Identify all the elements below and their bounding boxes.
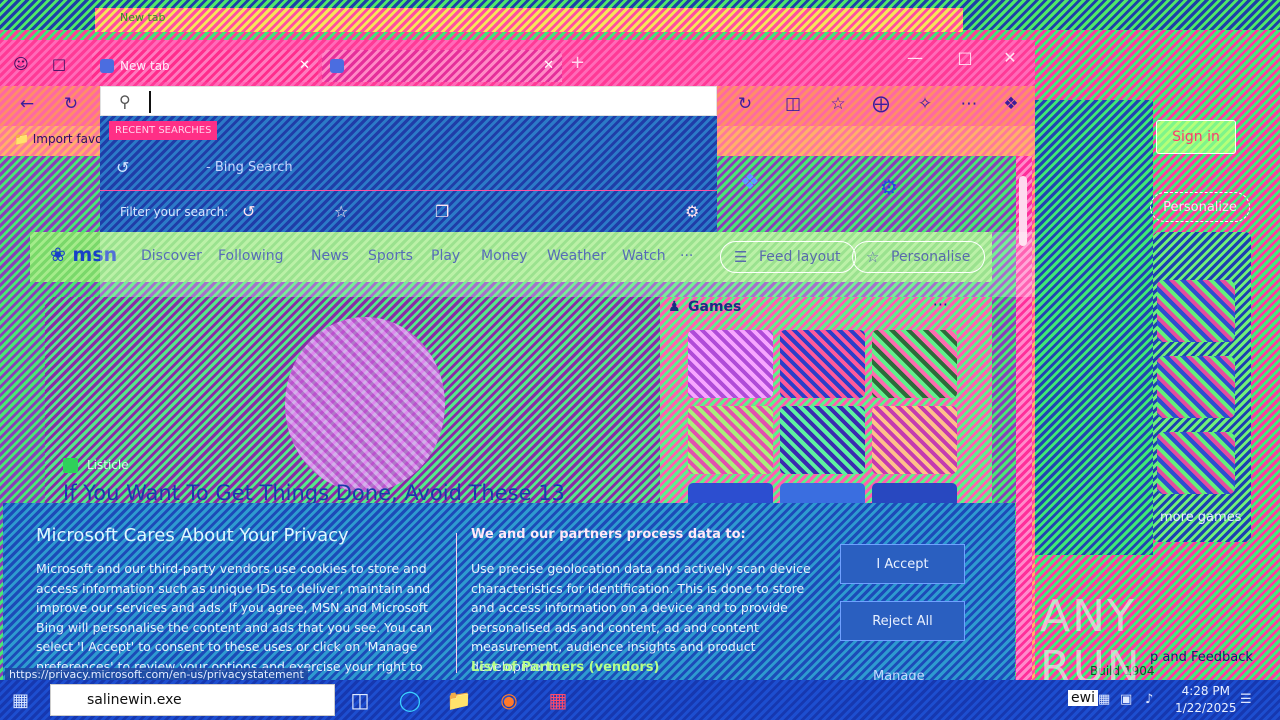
- game-tile[interactable]: [780, 330, 865, 398]
- task-view-icon[interactable]: ◫: [347, 687, 373, 713]
- import-favorites-label: Import favo: [32, 132, 103, 146]
- filter-label: Filter your search:: [120, 205, 229, 219]
- volume-icon[interactable]: ♪: [1145, 692, 1153, 707]
- notification-center-icon[interactable]: ☰: [1240, 692, 1252, 707]
- sign-in-button[interactable]: Sign in: [1156, 120, 1236, 154]
- privacy-purposes-body: Use precise geolocation data and activel…: [471, 561, 811, 674]
- watermark-text: ANY RUN: [1040, 591, 1142, 693]
- title-bar: ☺ □ New tab ✕ ✕ + — □ ✕: [0, 40, 1035, 86]
- history-filter-icon[interactable]: ↺: [242, 202, 255, 221]
- game-tile[interactable]: [780, 406, 865, 474]
- filter-row: Filter your search: ↺ ☆ ❐ ⚙: [100, 190, 717, 232]
- privacy-banner: Microsoft Cares About Your Privacy Micro…: [3, 503, 1015, 694]
- hero-tag: Listicle: [87, 458, 129, 472]
- edge-icon[interactable]: ◯: [397, 687, 423, 713]
- copilot-icon[interactable]: ❖: [1000, 94, 1022, 114]
- game-tile[interactable]: [1157, 356, 1235, 418]
- settings-gear-icon[interactable]: ⚙: [880, 175, 898, 199]
- more-menu-icon[interactable]: ⋯: [958, 94, 980, 114]
- game-tile[interactable]: [872, 406, 957, 474]
- network-icon[interactable]: ▣: [1120, 692, 1132, 707]
- new-tab-button[interactable]: +: [570, 52, 585, 73]
- close-tab-icon[interactable]: ✕: [299, 50, 310, 82]
- tab-new-tab[interactable]: New tab ✕: [92, 50, 318, 82]
- clock[interactable]: 4:28 PM 1/22/2025: [1175, 683, 1237, 717]
- tray-app-label[interactable]: ewi: [1068, 690, 1098, 706]
- games-title[interactable]: Games: [688, 299, 741, 315]
- anyrun-watermark: ANY RUN: [1040, 591, 1240, 693]
- privacy-purposes-title: We and our partners process data to:: [471, 527, 746, 542]
- game-tile[interactable]: [688, 330, 773, 398]
- game-tile[interactable]: [1157, 432, 1235, 494]
- games-card: ♟ Games ···: [660, 295, 992, 507]
- ghost-tab: New tab: [95, 8, 963, 32]
- ghost-tab-label: New tab: [120, 11, 166, 24]
- favorites-filter-icon[interactable]: ☆: [334, 202, 348, 221]
- history-icon: ↺: [116, 158, 130, 177]
- clock-time: 4:28 PM: [1181, 684, 1230, 698]
- collections-icon[interactable]: ⨁: [870, 94, 892, 114]
- background-games-card: [1153, 232, 1251, 542]
- refresh-icon[interactable]: ↻: [60, 94, 82, 114]
- personalize-button-bg[interactable]: Personalize: [1150, 192, 1250, 222]
- partners-link[interactable]: List of Partners (vendors): [471, 660, 659, 675]
- privacy-title: Microsoft Cares About Your Privacy: [36, 525, 349, 546]
- dropdown-backdrop: [100, 232, 1035, 297]
- import-favorites-link[interactable]: 📁 Import favo: [14, 132, 102, 146]
- back-icon[interactable]: ←: [16, 94, 38, 114]
- workspaces-icon[interactable]: □: [50, 55, 68, 73]
- background-window-body: [1035, 100, 1153, 555]
- privacy-divider: [456, 533, 457, 673]
- taskbar: ▦ salinewin.exe ◫ ◯ 📁 ◉ ▦ ewi ▦ ▣ ♪ 4:28…: [0, 680, 1280, 720]
- tabs-filter-icon[interactable]: ❐: [435, 202, 449, 221]
- taskbar-search-text: salinewin.exe: [87, 692, 182, 708]
- game-tile[interactable]: [688, 406, 773, 474]
- tab-active[interactable]: ✕: [322, 50, 562, 82]
- recent-search-text: - Bing Search: [206, 160, 293, 175]
- split-screen-icon[interactable]: ◫: [782, 94, 804, 114]
- address-bar[interactable]: ⚲: [100, 86, 717, 116]
- winrar-icon[interactable]: ▦: [545, 687, 571, 713]
- minimize-icon[interactable]: —: [900, 48, 930, 67]
- recent-searches-label: RECENT SEARCHES: [109, 121, 218, 140]
- tray-notification-icon[interactable]: ▦: [1098, 692, 1110, 707]
- accept-button[interactable]: I Accept: [840, 544, 965, 584]
- clock-date: 1/22/2025: [1175, 701, 1237, 715]
- address-dropdown: ⚲ RECENT SEARCHES ↺ - Bing Search Filter…: [100, 86, 717, 232]
- maximize-icon[interactable]: □: [950, 48, 980, 67]
- profile-icon[interactable]: ☺: [12, 55, 30, 73]
- tab-favicon: [330, 59, 344, 73]
- game-tile[interactable]: [1157, 280, 1235, 342]
- copilot-logo-icon[interactable]: ❖: [740, 170, 760, 195]
- games-more-icon[interactable]: ···: [933, 295, 948, 314]
- file-explorer-icon[interactable]: 📁: [446, 687, 472, 713]
- hero-image: [285, 317, 445, 492]
- hero-card[interactable]: Listicle If You Want To Get Things Done,…: [45, 297, 660, 507]
- windows-start-icon[interactable]: ▦: [12, 690, 29, 711]
- more-games-link[interactable]: more games: [1160, 510, 1241, 525]
- listicle-icon: [63, 458, 78, 473]
- taskbar-search[interactable]: salinewin.exe: [50, 684, 335, 716]
- close-window-icon[interactable]: ✕: [995, 48, 1025, 67]
- search-icon: ⚲: [119, 92, 131, 111]
- favorites-icon[interactable]: ☆: [827, 94, 849, 114]
- hero-headline[interactable]: If You Want To Get Things Done, Avoid Th…: [63, 481, 565, 505]
- settings-filter-icon[interactable]: ⚙: [685, 202, 699, 221]
- reject-all-button[interactable]: Reject All: [840, 601, 965, 641]
- firefox-icon[interactable]: ◉: [496, 687, 522, 713]
- close-tab-icon[interactable]: ✕: [543, 50, 554, 82]
- address-input[interactable]: [149, 91, 689, 113]
- extensions-icon[interactable]: ✧: [914, 94, 936, 114]
- read-aloud-icon[interactable]: ↻: [734, 94, 756, 114]
- game-tile[interactable]: [872, 330, 957, 398]
- games-icon: ♟: [668, 299, 681, 315]
- recent-search-item[interactable]: ↺ - Bing Search: [100, 148, 717, 188]
- tab-label: New tab: [120, 59, 170, 73]
- tab-favicon: [100, 59, 114, 73]
